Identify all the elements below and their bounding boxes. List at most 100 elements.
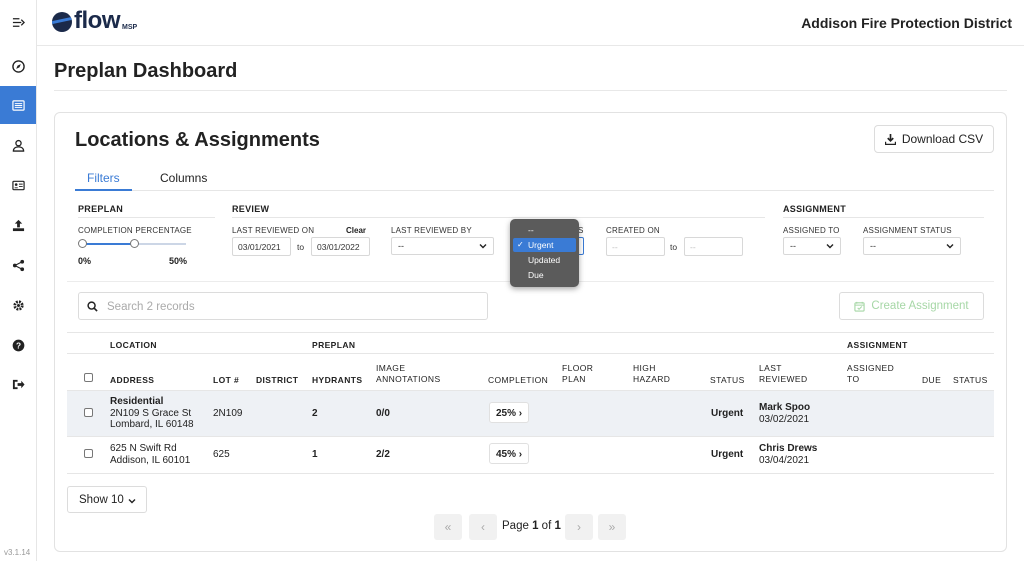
preplan-group-line xyxy=(78,217,215,218)
col-last-reviewed[interactable]: LAST REVIEWED xyxy=(759,363,808,385)
col-assigned-to-line2: TO xyxy=(847,374,860,384)
app-version: v3.1.14 xyxy=(4,548,31,557)
col-assigned-to[interactable]: ASSIGNED TO xyxy=(847,363,894,385)
create-assignment-label: Create Assignment xyxy=(871,300,969,312)
location-group-header: LOCATION xyxy=(110,340,157,350)
status-option-updated[interactable]: Updated xyxy=(513,253,576,267)
logo-mark-icon xyxy=(52,12,72,32)
col-hydrants[interactable]: HYDRANTS xyxy=(312,375,362,386)
completion-slider-fill xyxy=(82,243,134,245)
last-page-button[interactable]: » xyxy=(598,514,626,540)
col-image-annotations-line2: ANNOTATIONS xyxy=(376,374,441,384)
completion-badge[interactable]: 25% › xyxy=(489,402,530,423)
preplan-group-header: PREPLAN xyxy=(312,340,356,350)
col-due[interactable]: DUE xyxy=(922,375,941,386)
last-reviewed-on-label: LAST REVIEWED ON xyxy=(232,226,315,235)
card-title: Locations & Assignments xyxy=(75,129,320,151)
status-option-urgent-label: Urgent xyxy=(528,240,554,250)
tab-columns[interactable]: Columns xyxy=(160,171,207,191)
completion-max-value: 50% xyxy=(169,256,188,266)
logo-sub: MSP xyxy=(122,24,138,31)
col-assigned-to-line1: ASSIGNED xyxy=(847,363,895,373)
tab-filters[interactable]: Filters xyxy=(75,171,132,191)
reviewed-date: 03/02/2021 xyxy=(759,413,810,425)
chevron-down-icon xyxy=(128,499,136,504)
completion-value: 45% xyxy=(496,449,517,460)
status-option-none[interactable]: -- xyxy=(513,223,576,237)
next-page-button[interactable]: › xyxy=(565,514,593,540)
list-icon[interactable] xyxy=(0,86,36,124)
col-floor-plan[interactable]: FLOOR PLAN xyxy=(562,363,593,385)
assigned-to-select[interactable]: -- xyxy=(783,237,841,255)
date-range-to: to xyxy=(297,242,305,252)
reviewed-to-date[interactable]: 03/01/2022 xyxy=(311,237,370,256)
table-row[interactable]: Residential 2N109 S Grace St Lombard, IL… xyxy=(67,391,994,436)
tab-bar: Filters Columns xyxy=(75,171,994,191)
col-lot[interactable]: LOT # xyxy=(213,375,239,386)
group-header-line xyxy=(67,353,994,354)
status-option-urgent[interactable]: ✓ Urgent xyxy=(513,238,576,252)
user-icon[interactable] xyxy=(0,126,36,164)
flow-logo[interactable]: flow MSP xyxy=(52,7,138,34)
select-all-checkbox[interactable] xyxy=(84,373,93,382)
reviewed-from-date[interactable]: 03/01/2021 xyxy=(232,237,291,256)
address-line1: 2N109 S Grace St xyxy=(110,407,192,419)
svg-text:?: ? xyxy=(15,340,20,350)
completion-min-handle[interactable] xyxy=(78,239,87,248)
first-page-button[interactable]: « xyxy=(434,514,462,540)
row-checkbox[interactable] xyxy=(84,408,93,417)
clear-date-button[interactable]: Clear xyxy=(346,226,366,235)
address-line2: Addison, IL 60101 xyxy=(110,454,191,466)
status-dropdown-menu: -- ✓ Urgent Updated Due xyxy=(510,219,579,287)
created-to-date[interactable]: -- xyxy=(684,237,743,256)
col-status[interactable]: STATUS xyxy=(710,375,745,386)
collapse-sidebar-icon[interactable] xyxy=(0,3,36,41)
hydrants-cell: 1 xyxy=(312,449,318,460)
col-district[interactable]: DISTRICT xyxy=(256,375,298,386)
table-top-line xyxy=(67,332,994,333)
help-icon[interactable]: ? xyxy=(0,326,36,364)
row-checkbox[interactable] xyxy=(84,449,93,458)
col-last-reviewed-line1: LAST xyxy=(759,363,782,373)
gear-icon[interactable] xyxy=(0,286,36,324)
last-reviewed-by-value: -- xyxy=(398,241,404,251)
id-card-icon[interactable] xyxy=(0,166,36,204)
status-option-due[interactable]: Due xyxy=(513,268,576,282)
col-address[interactable]: ADDRESS xyxy=(110,375,154,386)
logout-icon[interactable] xyxy=(0,365,36,403)
create-assignment-button[interactable]: Create Assignment xyxy=(839,292,984,320)
organization-name: Addison Fire Protection District xyxy=(801,15,1012,31)
logo-text: flow xyxy=(74,7,121,34)
col-assignment-status[interactable]: STATUS xyxy=(953,375,988,386)
search-input[interactable]: Search 2 records xyxy=(78,292,488,320)
prev-page-button[interactable]: ‹ xyxy=(469,514,497,540)
current-page: 1 xyxy=(532,520,539,532)
created-from-date[interactable]: -- xyxy=(606,237,665,256)
search-placeholder: Search 2 records xyxy=(107,301,195,313)
share-icon[interactable] xyxy=(0,246,36,284)
assignment-group-header: ASSIGNMENT xyxy=(847,340,908,350)
assignment-status-select[interactable]: -- xyxy=(863,237,961,255)
status-cell: Urgent xyxy=(711,408,744,419)
last-reviewed-cell: Chris Drews 03/04/2021 xyxy=(759,443,817,466)
image-annotations-cell: 0/0 xyxy=(376,408,390,419)
chevron-down-icon xyxy=(826,244,834,249)
col-image-annotations[interactable]: IMAGE ANNOTATIONS xyxy=(376,363,441,385)
checkmark-icon: ✓ xyxy=(517,240,524,249)
preplan-filter-heading: PREPLAN xyxy=(78,204,124,214)
page-size-select[interactable]: Show 10 xyxy=(67,486,147,513)
download-csv-button[interactable]: Download CSV xyxy=(874,125,994,153)
compass-icon[interactable] xyxy=(0,47,36,85)
address-line2: Lombard, IL 60148 xyxy=(110,419,194,430)
sidebar: ? v3.1.14 xyxy=(0,0,37,561)
table-row[interactable]: 625 N Swift Rd Addison, IL 60101 625 1 2… xyxy=(67,437,994,473)
last-reviewed-by-select[interactable]: -- xyxy=(391,237,494,255)
completion-badge[interactable]: 45% › xyxy=(489,443,530,464)
reviewer-name: Mark Spoo xyxy=(759,402,811,413)
col-high-hazard[interactable]: HIGH HAZARD xyxy=(633,363,670,385)
completion-max-handle[interactable] xyxy=(130,239,139,248)
upload-icon[interactable] xyxy=(0,206,36,244)
assignment-filter-heading: ASSIGNMENT xyxy=(783,204,847,214)
chevron-down-icon xyxy=(946,244,954,249)
col-completion[interactable]: COMPLETION xyxy=(488,375,548,386)
